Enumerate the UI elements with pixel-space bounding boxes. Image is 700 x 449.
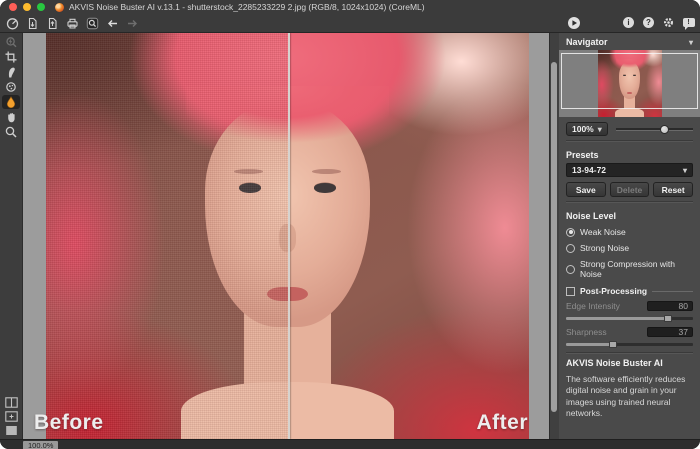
divider xyxy=(566,352,693,354)
sharpness-slider[interactable] xyxy=(566,341,693,348)
crop-icon[interactable] xyxy=(2,50,20,64)
navigator-view-frame[interactable] xyxy=(561,53,698,109)
weak-noise-label: Weak Noise xyxy=(580,227,626,237)
strong-noise-label: Strong Noise xyxy=(580,243,629,253)
presets-header: Presets xyxy=(566,146,693,160)
main-area: Before After Navigator ▾ xyxy=(0,33,700,439)
preset-selected-value: 13-94-72 xyxy=(572,165,606,175)
photo-brow-right xyxy=(312,169,341,174)
noise-level-title: Noise Level xyxy=(566,211,616,221)
preset-select[interactable]: 13-94-72 ▾ xyxy=(566,163,693,177)
single-view-icon[interactable] xyxy=(2,424,20,437)
fullscreen-window-button[interactable] xyxy=(37,3,45,11)
save-preset-button[interactable]: Save xyxy=(566,182,606,197)
about-title: AKVIS Noise Buster AI xyxy=(566,358,693,368)
sharpness-slider-thumb[interactable] xyxy=(609,341,617,348)
after-label: After xyxy=(476,411,528,435)
before-after-image[interactable] xyxy=(46,33,529,439)
help-icon[interactable]: ? xyxy=(640,15,657,30)
radio-button[interactable] xyxy=(566,244,575,253)
view-mode-group xyxy=(0,395,22,437)
split-window-icon[interactable] xyxy=(2,410,20,423)
save-file-icon[interactable] xyxy=(44,16,61,31)
sharpness-value[interactable]: 37 xyxy=(647,327,693,337)
workspace-gauge-icon[interactable] xyxy=(4,16,21,31)
undo-arrow-icon[interactable] xyxy=(104,16,121,31)
blur-drop-icon[interactable] xyxy=(2,95,20,109)
edge-intensity-label: Edge Intensity xyxy=(566,301,620,311)
zoom-slider[interactable] xyxy=(616,123,693,135)
settings-panel: Navigator ▾ xyxy=(559,33,700,439)
image-canvas[interactable]: Before After xyxy=(23,33,549,439)
noise-level-header: Noise Level xyxy=(566,207,693,221)
chevron-down-icon: ▾ xyxy=(683,166,687,175)
before-after-split-line[interactable] xyxy=(288,33,290,439)
tools-sidebar xyxy=(0,33,23,439)
post-processing-label: Post-Processing xyxy=(580,286,647,296)
navigator-title: Navigator xyxy=(566,37,608,47)
denoise-brush-icon[interactable] xyxy=(2,80,20,94)
reset-preset-button[interactable]: Reset xyxy=(653,182,693,197)
strong-compression-label: Strong Compression with Noise xyxy=(580,259,693,279)
zoom-value-dropdown[interactable]: 100% ▾ xyxy=(566,122,608,136)
smudge-tool-icon[interactable] xyxy=(2,65,20,79)
open-file-icon[interactable] xyxy=(24,16,41,31)
divider xyxy=(652,291,693,292)
app-window: AKVIS Noise Buster AI v.13.1 - shutterst… xyxy=(0,0,700,449)
canvas-vertical-scrollbar[interactable] xyxy=(549,33,559,439)
divider xyxy=(566,201,693,203)
divider xyxy=(566,140,693,142)
strong-noise-option[interactable]: Strong Noise xyxy=(566,243,693,253)
status-bar: 100.0% xyxy=(0,439,700,449)
edge-intensity-parameter: Edge Intensity 80 xyxy=(566,301,693,322)
status-zoom-value[interactable]: 100.0% xyxy=(23,441,58,449)
preferences-gear-icon[interactable] xyxy=(660,15,677,30)
quick-preview-icon[interactable] xyxy=(2,35,20,49)
delete-preset-button[interactable]: Delete xyxy=(610,182,650,197)
navigator-preview[interactable] xyxy=(559,50,700,117)
weak-noise-option[interactable]: Weak Noise xyxy=(566,227,693,237)
noise-overlay-before xyxy=(46,33,288,439)
feedback-bubble-icon[interactable]: ! xyxy=(680,15,697,30)
print-icon[interactable] xyxy=(64,16,81,31)
sharpness-label: Sharpness xyxy=(566,327,607,337)
radio-button[interactable] xyxy=(566,265,575,274)
app-icon xyxy=(55,3,64,12)
run-play-icon[interactable] xyxy=(565,15,582,30)
edge-intensity-value[interactable]: 80 xyxy=(647,301,693,311)
window-title: AKVIS Noise Buster AI v.13.1 - shutterst… xyxy=(69,2,425,12)
photo-eye-right xyxy=(314,183,336,193)
toolbar: i ? ! xyxy=(0,14,700,33)
redo-arrow-icon[interactable] xyxy=(124,16,141,31)
hand-tool-icon[interactable] xyxy=(2,110,20,124)
zoom-value: 100% xyxy=(572,124,594,134)
batch-processing-icon[interactable] xyxy=(84,16,101,31)
chevron-down-icon: ▾ xyxy=(689,38,693,47)
radio-button[interactable] xyxy=(566,228,575,237)
before-label: Before xyxy=(34,411,104,435)
zoom-slider-thumb[interactable] xyxy=(660,125,669,134)
edge-intensity-slider[interactable] xyxy=(566,315,693,322)
edge-intensity-slider-thumb[interactable] xyxy=(664,315,672,322)
zoom-tool-icon[interactable] xyxy=(2,125,20,139)
strong-compression-option[interactable]: Strong Compression with Noise xyxy=(566,259,693,279)
info-icon[interactable]: i xyxy=(620,15,637,30)
chevron-down-icon: ▾ xyxy=(598,125,602,134)
about-description: The software efficiently reduces digital… xyxy=(566,374,693,420)
close-window-button[interactable] xyxy=(9,3,17,11)
split-view-icon[interactable] xyxy=(2,396,20,409)
post-processing-option[interactable]: Post-Processing xyxy=(566,286,693,296)
titlebar: AKVIS Noise Buster AI v.13.1 - shutterst… xyxy=(0,0,700,14)
post-processing-checkbox[interactable] xyxy=(566,287,575,296)
sharpness-parameter: Sharpness 37 xyxy=(566,327,693,348)
scrollbar-thumb[interactable] xyxy=(551,62,557,412)
presets-title: Presets xyxy=(566,150,599,160)
navigator-header[interactable]: Navigator ▾ xyxy=(566,33,693,47)
minimize-window-button[interactable] xyxy=(23,3,31,11)
